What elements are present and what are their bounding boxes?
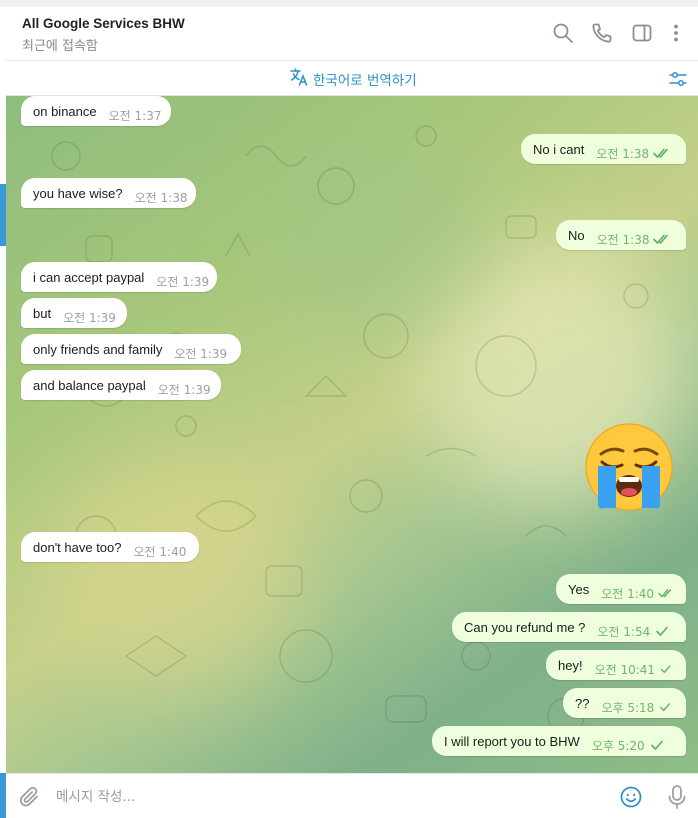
message-time: 오전 1:38 xyxy=(596,232,650,247)
double-check-icon xyxy=(653,234,669,244)
check-icon xyxy=(660,665,671,673)
incoming-message[interactable]: you have wise? 오전 1:38 xyxy=(21,178,196,208)
double-check-icon xyxy=(658,589,672,598)
message-text: Yes xyxy=(568,581,590,597)
chat-area[interactable]: on binance 오전 1:37 No i cant 오전 1:38 you hav… xyxy=(6,96,698,773)
message-time: 오전 1:40 xyxy=(133,544,187,559)
message-composer xyxy=(6,773,698,818)
check-icon xyxy=(660,703,671,712)
microphone-icon[interactable] xyxy=(665,784,689,810)
chat-header: All Google Services BHW 최근에 접속함 xyxy=(6,7,698,61)
incoming-message[interactable]: only friends and family 오전 1:39 xyxy=(21,334,241,364)
message-text: on binance xyxy=(33,103,97,119)
double-check-icon xyxy=(653,148,668,158)
translate-icon xyxy=(289,67,309,92)
message-text: but xyxy=(33,305,52,321)
chat-status: 최근에 접속함 xyxy=(22,39,98,54)
message-time: 오전 1:40 xyxy=(601,586,655,601)
message-time: 오전 1:39 xyxy=(157,382,211,397)
message-text: don't have too? xyxy=(33,539,122,555)
message-time: 오후 5:18 xyxy=(601,700,655,715)
incoming-message[interactable]: i can accept paypal 오전 1:39 xyxy=(21,262,217,292)
window-top-strip xyxy=(0,0,698,7)
message-time: 오전 10:41 xyxy=(594,662,656,677)
message-text: Can you refund me ? xyxy=(464,619,586,635)
incoming-message[interactable]: and balance paypal 오전 1:39 xyxy=(21,370,221,400)
translate-button[interactable]: 한국어로 번역하기 xyxy=(289,67,417,92)
paperclip-icon[interactable] xyxy=(18,785,42,809)
incoming-message[interactable]: on binance 오전 1:37 xyxy=(21,96,171,126)
chat-title[interactable]: All Google Services BHW xyxy=(22,16,185,31)
outgoing-message[interactable]: Can you refund me ? 오전 1:54 xyxy=(452,612,686,642)
outgoing-message[interactable]: No 오전 1:38 xyxy=(556,220,686,250)
translate-label: 한국어로 번역하기 xyxy=(313,73,417,89)
outgoing-message[interactable]: No i cant 오전 1:38 xyxy=(521,134,686,164)
message-time: 오전 1:39 xyxy=(174,346,228,361)
message-time: 오후 5:20 xyxy=(591,738,645,753)
message-text: No xyxy=(568,227,585,243)
message-time: 오전 1:39 xyxy=(156,274,210,289)
incoming-message[interactable]: but 오전 1:39 xyxy=(21,298,127,328)
translate-bar: 한국어로 번역하기 xyxy=(6,61,698,96)
phone-icon[interactable] xyxy=(590,21,614,45)
message-time: 오전 1:39 xyxy=(63,310,116,325)
search-icon[interactable] xyxy=(551,21,575,45)
check-icon xyxy=(656,626,669,636)
outgoing-message[interactable]: I will report you to BHW 오후 5:20 xyxy=(432,726,686,756)
outgoing-message[interactable]: hey! 오전 10:41 xyxy=(546,650,686,680)
message-time: 오전 1:38 xyxy=(134,190,188,205)
emoji-icon[interactable] xyxy=(619,785,643,809)
message-input[interactable] xyxy=(56,786,596,808)
message-time: 오전 1:37 xyxy=(108,108,162,123)
message-text: No i cant xyxy=(533,141,585,157)
message-text: ?? xyxy=(575,695,590,711)
check-icon xyxy=(650,740,663,750)
translate-settings-icon[interactable] xyxy=(668,69,688,89)
message-text: I will report you to BHW xyxy=(444,733,580,749)
incoming-message[interactable]: don't have too? 오전 1:40 xyxy=(21,532,199,562)
loudly-crying-face-sticker[interactable] xyxy=(584,422,674,512)
sidebar-toggle-icon[interactable] xyxy=(630,21,654,45)
outgoing-message[interactable]: ?? 오후 5:18 xyxy=(563,688,686,718)
message-text: i can accept paypal xyxy=(33,269,145,285)
outgoing-message[interactable]: Yes 오전 1:40 xyxy=(556,574,686,604)
message-text: hey! xyxy=(558,657,583,673)
message-text: only friends and family xyxy=(33,341,163,357)
message-text: and balance paypal xyxy=(33,377,146,393)
more-vertical-icon[interactable] xyxy=(664,21,688,45)
message-time: 오전 1:54 xyxy=(597,624,651,639)
message-text: you have wise? xyxy=(33,185,123,201)
message-time: 오전 1:38 xyxy=(596,146,650,161)
